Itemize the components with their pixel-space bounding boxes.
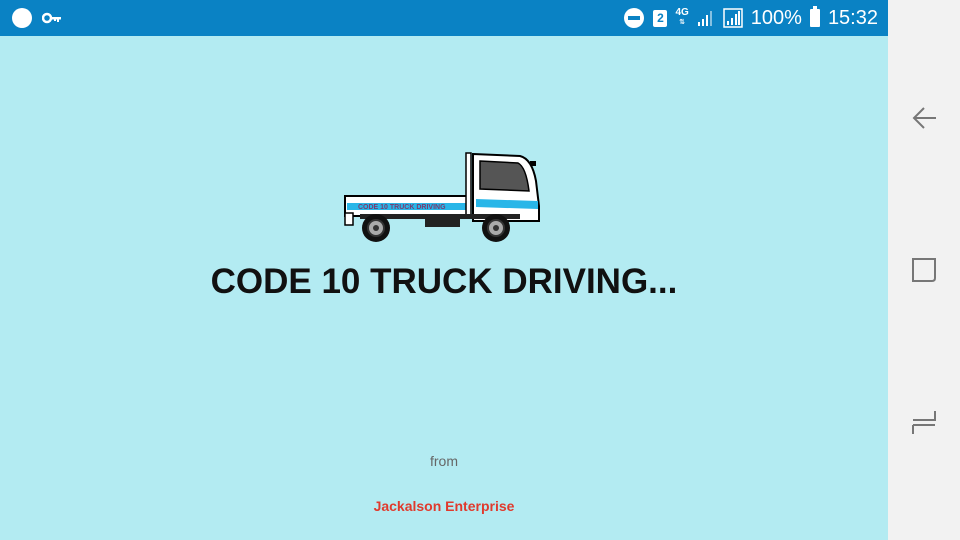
- battery-percent: 100%: [750, 6, 802, 29]
- back-icon[interactable]: [910, 104, 938, 132]
- from-label: from: [430, 453, 458, 469]
- status-bar: 2 4G ⇅ 100% 15:32: [0, 0, 888, 36]
- network-type-label: 4G ⇅: [675, 7, 689, 27]
- home-icon[interactable]: [910, 408, 938, 436]
- company-name: Jackalson Enterprise: [373, 498, 515, 514]
- navigation-bar: [888, 0, 960, 540]
- recents-icon[interactable]: [910, 256, 938, 284]
- do-not-disturb-icon: [624, 8, 645, 28]
- signal-icon: [723, 8, 743, 28]
- signal-icon: [697, 11, 712, 26]
- truck-logo-icon: CODE 10 TRUCK DRIVING: [344, 152, 540, 242]
- splash-screen: CODE 10 TRUCK DRIVING CODE 10 TRUCK DRIV…: [0, 36, 888, 540]
- app-title: CODE 10 TRUCK DRIVING...: [210, 262, 678, 301]
- sim-icon: 2: [653, 9, 668, 27]
- circle-notification-icon: [12, 8, 32, 28]
- battery-icon: [809, 6, 820, 27]
- key-icon: [42, 12, 61, 24]
- clock: 15:32: [827, 6, 878, 29]
- truck-logo-text: CODE 10 TRUCK DRIVING: [358, 204, 446, 211]
